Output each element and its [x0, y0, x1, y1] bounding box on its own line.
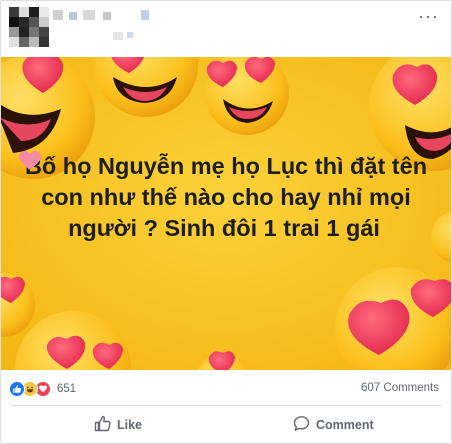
thumbs-up-icon — [94, 415, 111, 435]
comment-button[interactable]: Comment — [293, 415, 374, 435]
post-image-text: Bố họ Nguyễn mẹ họ Lục thì đặt tên con n… — [19, 151, 433, 244]
comment-count-link[interactable]: 607 Comments — [361, 382, 439, 394]
more-options-icon[interactable]: ··· — [418, 7, 439, 25]
avatar-pixelated[interactable] — [9, 7, 49, 47]
post-text-content: Bố họ Nguyễn mẹ họ Lục thì đặt tên con n… — [24, 153, 428, 241]
post-card: ··· Bố họ Nguyễn mẹ họ Lục thì đặt tên c… — [0, 0, 452, 444]
action-divider — [11, 405, 441, 406]
like-button-label: Like — [117, 418, 143, 432]
comment-bubble-icon — [293, 415, 310, 435]
post-image[interactable]: Bố họ Nguyễn mẹ họ Lục thì đặt tên con n… — [1, 57, 451, 370]
author-name-pixelated[interactable] — [53, 10, 153, 40]
like-reaction-icon — [9, 381, 25, 397]
post-header: ··· — [1, 1, 451, 57]
reaction-count: 651 — [57, 383, 77, 395]
like-button[interactable]: Like — [94, 415, 142, 435]
reactions-summary[interactable]: 651 — [9, 381, 76, 397]
comment-button-label: Comment — [316, 418, 374, 432]
